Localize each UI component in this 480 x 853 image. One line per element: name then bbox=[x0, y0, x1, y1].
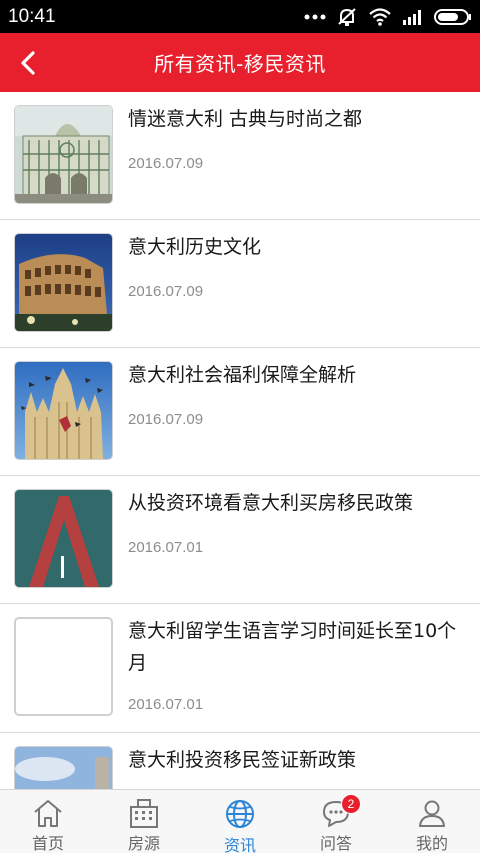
news-item[interactable]: 情迷意大利 古典与时尚之都 2016.07.09 bbox=[0, 92, 480, 220]
news-thumbnail bbox=[14, 489, 113, 588]
status-time: 10:41 bbox=[8, 5, 56, 27]
bottom-nav: 首页 房源 资讯 2 问答 我的 bbox=[0, 789, 480, 853]
user-icon bbox=[419, 800, 445, 827]
nav-label: 问答 bbox=[319, 834, 352, 853]
news-date: 2016.07.09 bbox=[128, 411, 204, 428]
news-thumbnail bbox=[14, 746, 113, 789]
news-date: 2016.07.09 bbox=[128, 155, 204, 172]
battery-icon bbox=[434, 8, 471, 25]
nav-item-qa[interactable]: 2 问答 bbox=[288, 790, 384, 853]
news-item[interactable]: 意大利社会福利保障全解析 2016.07.09 bbox=[0, 348, 480, 476]
nav-item-listings[interactable]: 房源 bbox=[96, 790, 192, 853]
red-a-logo-image bbox=[15, 490, 112, 587]
mute-icon bbox=[338, 7, 356, 26]
app-header: 所有资讯-移民资讯 bbox=[0, 33, 480, 92]
news-date: 2016.07.09 bbox=[128, 283, 204, 300]
nav-label: 我的 bbox=[415, 834, 448, 853]
chevron-left-icon bbox=[21, 50, 35, 75]
news-list[interactable]: 情迷意大利 古典与时尚之都 2016.07.09 意大利历史文化 2016.07… bbox=[0, 92, 480, 789]
nav-label: 房源 bbox=[127, 834, 160, 853]
home-icon bbox=[34, 800, 62, 827]
status-bar: 10:41 bbox=[0, 0, 480, 33]
news-item[interactable]: 从投资环境看意大利买房移民政策 2016.07.01 bbox=[0, 476, 480, 604]
news-item[interactable]: 意大利留学生语言学习时间延长至10个月 2016.07.01 bbox=[0, 604, 480, 733]
back-button[interactable] bbox=[6, 33, 50, 92]
nav-item-news[interactable]: 资讯 bbox=[192, 790, 288, 853]
sky-tower-image bbox=[15, 747, 112, 789]
news-title: 意大利留学生语言学习时间延长至10个月 bbox=[128, 620, 457, 674]
globe-icon bbox=[226, 800, 254, 828]
nav-label: 资讯 bbox=[223, 836, 256, 853]
page-title: 所有资讯-移民资讯 bbox=[154, 52, 326, 76]
news-thumbnail bbox=[14, 105, 113, 204]
news-item[interactable]: 意大利历史文化 2016.07.09 bbox=[0, 220, 480, 348]
milan-cathedral-image bbox=[15, 362, 112, 459]
news-title: 意大利投资移民签证新政策 bbox=[128, 749, 357, 771]
florence-cathedral-image bbox=[15, 106, 112, 203]
more-dots-icon bbox=[304, 14, 326, 19]
news-date: 2016.07.01 bbox=[128, 539, 204, 556]
news-date: 2016.07.01 bbox=[128, 696, 204, 713]
nav-item-me[interactable]: 我的 bbox=[384, 790, 480, 853]
wifi-icon bbox=[369, 7, 391, 26]
signal-icon bbox=[403, 9, 421, 25]
news-thumbnail bbox=[14, 361, 113, 460]
building-icon bbox=[130, 799, 158, 828]
notification-badge: 2 bbox=[341, 794, 361, 814]
news-title: 从投资环境看意大利买房移民政策 bbox=[128, 492, 414, 514]
news-item[interactable]: 意大利投资移民签证新政策 bbox=[0, 733, 480, 789]
nav-item-home[interactable]: 首页 bbox=[0, 790, 96, 853]
news-thumbnail bbox=[14, 617, 113, 716]
status-icons bbox=[304, 7, 472, 27]
colosseum-image bbox=[15, 234, 112, 331]
news-title: 意大利历史文化 bbox=[128, 236, 262, 258]
news-thumbnail bbox=[14, 233, 113, 332]
news-title: 意大利社会福利保障全解析 bbox=[128, 364, 357, 386]
news-title: 情迷意大利 古典与时尚之都 bbox=[128, 108, 363, 130]
nav-label: 首页 bbox=[31, 834, 64, 853]
